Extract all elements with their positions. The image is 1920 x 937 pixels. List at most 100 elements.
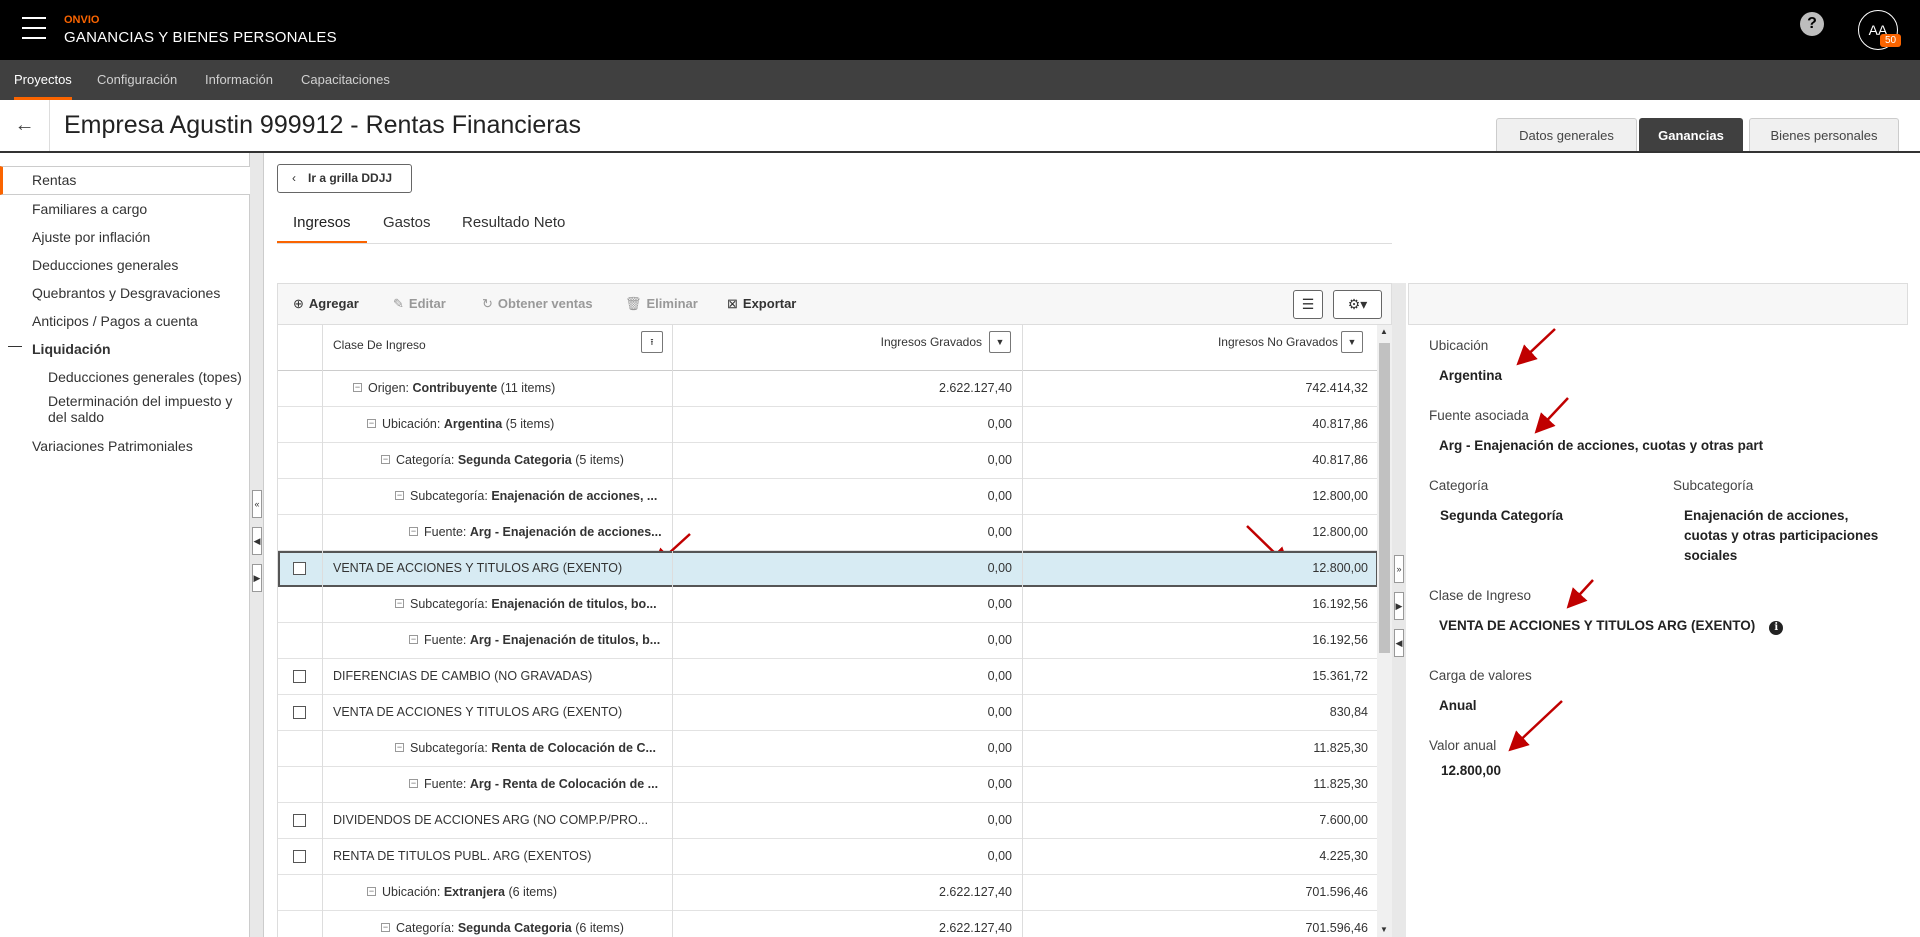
- collapse-left-icon[interactable]: ◀: [1394, 629, 1404, 657]
- table-row[interactable]: RENTA DE TITULOS PUBL. ARG (EXENTOS) 0,00…: [278, 839, 1377, 875]
- expand-right-icon[interactable]: ▶: [1394, 592, 1404, 620]
- collapse-minus-icon[interactable]: −: [367, 419, 376, 428]
- cell-ingresos-gravados: 0,00: [673, 803, 1023, 839]
- main-nav: Proyectos Configuración Información Capa…: [0, 60, 1920, 100]
- ir-a-grilla-label: Ir a grilla DDJJ: [308, 171, 393, 185]
- sidebar-splitter[interactable]: « ◀ ▶: [250, 153, 264, 937]
- tab-bienes-personales[interactable]: Bienes personales: [1749, 118, 1899, 151]
- cell-ingresos-gravados: 0,00: [673, 767, 1023, 803]
- clase-label: Clase de Ingreso: [1429, 588, 1532, 603]
- collapse-minus-icon[interactable]: −: [395, 599, 404, 608]
- sidebar-item-variaciones[interactable]: Variaciones Patrimoniales: [0, 432, 250, 460]
- row-checkbox[interactable]: [293, 706, 306, 719]
- collapse-minus-icon[interactable]: −: [367, 887, 376, 896]
- row-check-cell: [278, 479, 323, 515]
- subtab-ingresos[interactable]: Ingresos: [277, 214, 367, 244]
- expand-all-icon[interactable]: »: [1394, 555, 1404, 583]
- expand-right-icon[interactable]: ▶: [252, 564, 262, 592]
- arrow-annotation: [1566, 579, 1594, 609]
- agregar-button[interactable]: ⊕ Agregar: [293, 296, 359, 312]
- nav-capacitaciones[interactable]: Capacitaciones: [301, 60, 390, 100]
- row-checkbox[interactable]: [293, 670, 306, 683]
- group-prefix: Subcategoría:: [410, 489, 492, 503]
- row-check-cell: [278, 875, 323, 911]
- sidebar-item-determinacion-cont[interactable]: del saldo: [0, 409, 250, 426]
- collapse-all-icon[interactable]: «: [252, 490, 262, 518]
- table-row[interactable]: DIVIDENDOS DE ACCIONES ARG (NO COMP.P/PR…: [278, 803, 1377, 839]
- subcategoria-value: sociales: [1684, 548, 1738, 563]
- group-row[interactable]: − Ubicación: Argentina (5 items) 0,00 40.81…: [278, 407, 1377, 443]
- sidebar-item-deducciones[interactable]: Deducciones generales: [0, 251, 250, 279]
- sidebar-item-determinacion[interactable]: Determinación del impuesto y: [0, 393, 250, 410]
- collapse-minus-icon[interactable]: −: [395, 743, 404, 752]
- ir-a-grilla-button[interactable]: ‹ Ir a grilla DDJJ: [277, 164, 412, 193]
- detail-splitter[interactable]: » ▶ ◀: [1392, 283, 1406, 937]
- collapse-minus-icon[interactable]: −: [409, 635, 418, 644]
- row-checkbox[interactable]: [293, 850, 306, 863]
- group-row[interactable]: − Subcategoría: Enajenación de acciones, …: [278, 479, 1377, 515]
- group-row[interactable]: − Fuente: Arg - Renta de Colocación de ..…: [278, 767, 1377, 803]
- editar-button[interactable]: ✎ Editar: [393, 296, 446, 312]
- scroll-up-icon[interactable]: ▲: [1380, 327, 1388, 336]
- sidebar: Rentas Familiares a cargo Ajuste por inf…: [0, 153, 250, 937]
- back-arrow-icon[interactable]: ←: [0, 100, 50, 151]
- dropdown-caret-icon[interactable]: ▼: [1341, 331, 1363, 353]
- group-row[interactable]: − Ubicación: Extranjera (6 items) 2.622.12…: [278, 875, 1377, 911]
- hamburger-menu-icon[interactable]: [22, 17, 46, 39]
- collapse-minus-icon[interactable]: −: [409, 779, 418, 788]
- question-circle-icon[interactable]: ?: [1800, 12, 1824, 36]
- sidebar-item-quebrantos[interactable]: Quebrantos y Desgravaciones: [0, 279, 250, 307]
- collapse-minus-icon[interactable]: −: [381, 455, 390, 464]
- collapse-left-icon[interactable]: ◀: [252, 527, 262, 555]
- tab-ganancias[interactable]: Ganancias: [1639, 118, 1743, 151]
- group-row[interactable]: − Fuente: Arg - Enajenación de acciones..…: [278, 515, 1377, 551]
- group-row[interactable]: − Categoría: Segunda Categoria (6 items) 2…: [278, 911, 1377, 937]
- group-row[interactable]: − Subcategoría: Renta de Colocación de C.…: [278, 731, 1377, 767]
- subtab-gastos[interactable]: Gastos: [383, 214, 431, 244]
- table-row[interactable]: VENTA DE ACCIONES Y TITULOS ARG (EXENTO)…: [278, 551, 1377, 587]
- group-row[interactable]: − Categoría: Segunda Categoria (5 items) 0…: [278, 443, 1377, 479]
- sidebar-item-rentas[interactable]: Rentas: [0, 166, 250, 195]
- subtab-resultado-neto[interactable]: Resultado Neto: [462, 214, 565, 244]
- row-checkbox[interactable]: [293, 562, 306, 575]
- dropdown-caret-icon[interactable]: ▼: [989, 331, 1011, 353]
- collapse-minus-icon[interactable]: −: [395, 491, 404, 500]
- sort-icon[interactable]: ⭱: [641, 331, 663, 353]
- row-checkbox[interactable]: [293, 814, 306, 827]
- header-clase[interactable]: Clase De Ingreso ⭱: [323, 325, 673, 371]
- sidebar-item-deducciones-topes[interactable]: Deducciones generales (topes): [0, 363, 250, 391]
- detail-header: [1408, 283, 1908, 325]
- collapse-minus-icon[interactable]: −: [409, 527, 418, 536]
- group-row[interactable]: − Subcategoría: Enajenación de titulos, b…: [278, 587, 1377, 623]
- header-no-gravados[interactable]: Ingresos No Gravados ▼: [1023, 325, 1377, 371]
- info-icon[interactable]: i: [1769, 621, 1784, 635]
- tab-datos-generales[interactable]: Datos generales: [1496, 118, 1637, 151]
- table-row[interactable]: VENTA DE ACCIONES Y TITULOS ARG (EXENTO)…: [278, 695, 1377, 731]
- scroll-thumb[interactable]: [1379, 343, 1390, 653]
- group-row[interactable]: − Fuente: Arg - Enajenación de titulos, b…: [278, 623, 1377, 659]
- group-prefix: Ubicación:: [382, 417, 444, 431]
- nav-informacion[interactable]: Información: [205, 60, 273, 100]
- sidebar-item-liquidacion[interactable]: Liquidación: [0, 335, 250, 363]
- header-gravados[interactable]: Ingresos Gravados ▼: [673, 325, 1023, 371]
- scroll-down-icon[interactable]: ▼: [1380, 925, 1388, 934]
- grid-scrollbar[interactable]: ▲ ▼: [1377, 325, 1392, 937]
- obtener-ventas-button[interactable]: ↻ Obtener ventas: [482, 296, 593, 312]
- cell-ingresos-no-gravados: 15.361,72: [1312, 669, 1368, 683]
- sidebar-item-familiares[interactable]: Familiares a cargo: [0, 195, 250, 223]
- exportar-button[interactable]: ⊠ Exportar: [727, 296, 796, 312]
- group-row[interactable]: − Origen: Contribuyente (11 items) 2.622.1…: [278, 371, 1377, 407]
- nav-configuracion[interactable]: Configuración: [97, 60, 177, 100]
- sidebar-item-ajuste-inflacion[interactable]: Ajuste por inflación: [0, 223, 250, 251]
- header-check-cell: [278, 325, 323, 371]
- nav-proyectos[interactable]: Proyectos: [14, 60, 72, 100]
- table-row[interactable]: DIFERENCIAS DE CAMBIO (NO GRAVADAS) 0,00 1…: [278, 659, 1377, 695]
- sidebar-item-anticipos[interactable]: Anticipos / Pagos a cuenta: [0, 307, 250, 335]
- cell-ingresos-no-gravados: 16.192,56: [1312, 633, 1368, 647]
- eliminar-button[interactable]: 🗑 Eliminar: [625, 296, 698, 312]
- cell-ingresos-no-gravados: 40.817,86: [1312, 453, 1368, 467]
- columns-icon[interactable]: ☰: [1293, 290, 1323, 319]
- collapse-minus-icon[interactable]: −: [381, 923, 390, 932]
- collapse-minus-icon[interactable]: −: [353, 383, 362, 392]
- settings-gear-icon[interactable]: ⚙▾: [1333, 290, 1382, 319]
